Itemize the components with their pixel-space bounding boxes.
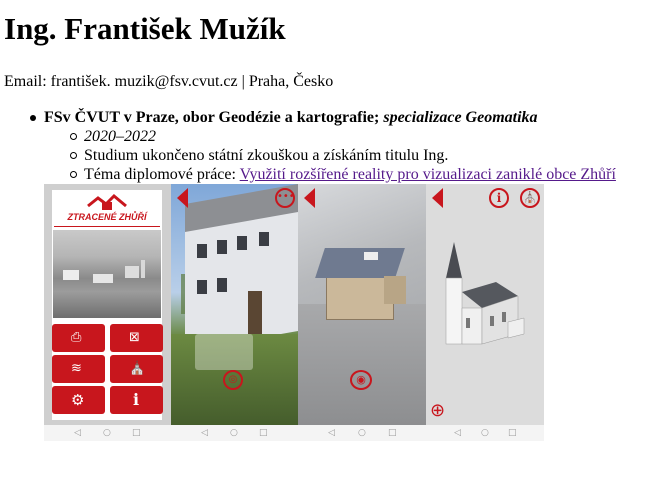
android-nav-bar: ◁ ○ □ (44, 425, 171, 441)
completion-item: Studium ukončeno státní zkouškou a získá… (70, 146, 449, 165)
model-house-roof (315, 248, 405, 278)
email-label: Email: (4, 73, 47, 90)
screenshot-ar-model: ◉ ◁ ○ □ (298, 184, 426, 441)
email-address: františek. muzik@fsv.cvut.cz (50, 73, 238, 90)
logo-mark-icon (87, 193, 127, 210)
study-years: 2020–2022 (84, 128, 156, 145)
camera-icon[interactable]: ◎ (223, 370, 243, 390)
more-icon[interactable]: ••• (275, 188, 295, 208)
thesis-item: Téma diplomové práce: Využití rozšířené … (70, 165, 616, 184)
completion-text: Studium ukončeno státní zkouškou a získá… (84, 147, 449, 164)
nav-back-icon[interactable]: ◁ (328, 428, 335, 438)
nav-home-icon[interactable]: ○ (358, 428, 366, 438)
map-icon: ⊠ (129, 330, 140, 345)
app-screenshots: ZTRACENÉ ZHŮŘÍ ⎙ ⊠ ≋ ⛪ ⚙ i ◁ ○ □ ••• ◎ ◁… (44, 184, 544, 441)
nav-back-icon[interactable]: ◁ (454, 428, 461, 438)
android-nav-bar: ◁ ○ □ (298, 425, 426, 441)
thesis-link[interactable]: Využití rozšířené reality pro vizualizac… (240, 166, 616, 183)
floor (298, 304, 426, 425)
info-button[interactable]: i (110, 386, 163, 414)
ar-photo-icon: ⎙ (71, 330, 82, 345)
nav-back-icon[interactable]: ◁ (74, 428, 81, 438)
historic-photo (53, 230, 161, 318)
school-name: FSv ČVUT v Praze, obor Geodézie a kartog… (44, 109, 380, 126)
circle-bullet (70, 171, 77, 178)
church-view-icon[interactable]: ⛪ (520, 188, 540, 208)
app-logo-text: ZTRACENÉ ZHŮŘÍ (67, 212, 147, 222)
screenshot-ar-outdoor: ••• ◎ ◁ ○ □ (171, 184, 298, 441)
thesis-label: Téma diplomové práce: (84, 166, 236, 183)
church-model (445, 242, 525, 345)
ar-photo-button[interactable]: ⎙ (52, 324, 105, 352)
page-title: Ing. František Mužík (4, 11, 286, 46)
disc-bullet (30, 115, 36, 121)
history-button[interactable]: ≋ (52, 355, 105, 383)
circle-bullet (70, 133, 77, 140)
nav-home-icon[interactable]: ○ (230, 428, 238, 438)
back-icon[interactable] (432, 188, 443, 208)
map-button[interactable]: ⊠ (110, 324, 163, 352)
screenshot-church-model: i ⛪ ⊕ ◁ ○ □ (426, 184, 544, 441)
android-nav-bar: ◁ ○ □ (426, 425, 544, 441)
years-item: 2020–2022 (70, 127, 156, 146)
nav-recent-icon[interactable]: □ (259, 428, 268, 438)
nav-recent-icon[interactable]: □ (508, 428, 517, 438)
circle-bullet (70, 152, 77, 159)
camera-icon[interactable]: ◉ (350, 370, 372, 390)
android-nav-bar: ◁ ○ □ (171, 425, 298, 441)
screenshot-main-menu: ZTRACENÉ ZHŮŘÍ ⎙ ⊠ ≋ ⛪ ⚙ i ◁ ○ □ (44, 184, 171, 441)
gear-icon: ⚙ (71, 391, 85, 409)
separator: | (241, 73, 245, 90)
info-icon[interactable]: i (489, 188, 509, 208)
nav-home-icon[interactable]: ○ (103, 428, 111, 438)
settings-button[interactable]: ⚙ (52, 386, 105, 414)
nav-recent-icon[interactable]: □ (132, 428, 141, 438)
back-icon[interactable] (177, 188, 188, 208)
specialization: specializace Geomatika (383, 109, 538, 126)
nav-back-icon[interactable]: ◁ (201, 428, 208, 438)
church-icon: ⛪ (129, 361, 146, 376)
nav-recent-icon[interactable]: □ (388, 428, 397, 438)
contact-line: Email: františek. muzik@fsv.cvut.cz | Pr… (4, 73, 333, 91)
location: Praha, Česko (248, 73, 334, 90)
info-overlay (195, 334, 253, 370)
nav-home-icon[interactable]: ○ (481, 428, 489, 438)
house-door (248, 291, 262, 337)
rotate-icon[interactable]: ⊕ (430, 400, 445, 421)
education-item: FSv ČVUT v Praze, obor Geodézie a kartog… (30, 108, 538, 127)
church-button[interactable]: ⛪ (110, 355, 163, 383)
scroll-icon: ≋ (71, 361, 82, 376)
back-icon[interactable] (304, 188, 315, 208)
info-icon: i (133, 390, 140, 409)
